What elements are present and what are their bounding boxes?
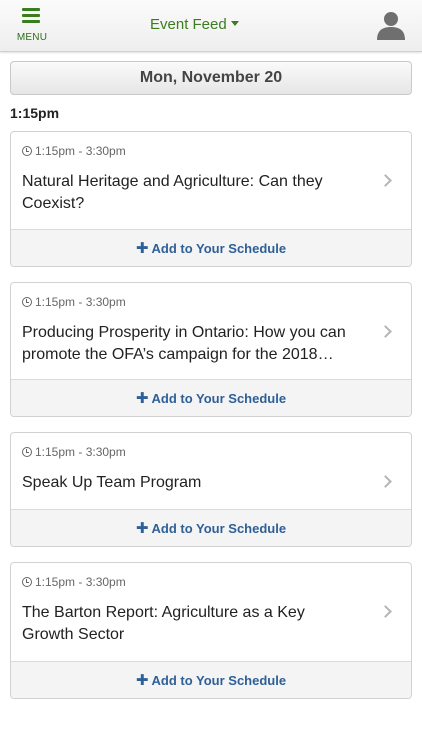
add-to-schedule-button[interactable]: ✚ Add to Your Schedule: [11, 229, 411, 266]
chevron-right-icon: [381, 605, 391, 619]
chevron-right-icon: [381, 174, 391, 188]
clock-icon: [22, 297, 32, 307]
user-profile-button[interactable]: [376, 10, 406, 40]
event-time: 1:15pm - 3:30pm: [22, 445, 126, 459]
menu-button[interactable]: MENU: [10, 6, 54, 46]
date-header: Mon, November 20: [10, 61, 412, 95]
event-card[interactable]: 1:15pm - 3:30pm The Barton Report: Agric…: [10, 562, 412, 699]
top-bar: MENU Event Feed: [0, 0, 422, 52]
hamburger-icon: [22, 8, 40, 24]
event-card[interactable]: 1:15pm - 3:30pm Producing Prosperity in …: [10, 282, 412, 417]
plus-icon: ✚: [135, 520, 149, 537]
event-title: Producing Prosperity in Ontario: How you…: [22, 324, 346, 363]
plus-icon: ✚: [135, 390, 149, 407]
event-card-body[interactable]: 1:15pm - 3:30pm Speak Up Team Program: [11, 433, 411, 509]
add-to-schedule-button[interactable]: ✚ Add to Your Schedule: [11, 379, 411, 416]
event-title: The Barton Report: Agriculture as a Key …: [22, 604, 305, 643]
event-time: 1:15pm - 3:30pm: [22, 575, 126, 589]
user-icon: [377, 12, 405, 40]
chevron-right-icon: [381, 325, 391, 339]
event-title: Speak Up Team Program: [22, 474, 202, 491]
clock-icon: [22, 577, 32, 587]
plus-icon: ✚: [135, 240, 149, 257]
event-card-body[interactable]: 1:15pm - 3:30pm Natural Heritage and Agr…: [11, 132, 411, 229]
time-group-heading: 1:15pm: [10, 105, 60, 121]
plus-icon: ✚: [135, 672, 149, 689]
menu-label: MENU: [16, 32, 48, 43]
event-title: Natural Heritage and Agriculture: Can th…: [22, 173, 323, 212]
event-card-body[interactable]: 1:15pm - 3:30pm The Barton Report: Agric…: [11, 563, 411, 661]
event-card[interactable]: 1:15pm - 3:30pm Speak Up Team Program ✚ A…: [10, 432, 412, 547]
event-card-body[interactable]: 1:15pm - 3:30pm Producing Prosperity in …: [11, 283, 411, 379]
event-feed-title: Event Feed: [150, 16, 227, 33]
clock-icon: [22, 146, 32, 156]
caret-down-icon: [230, 21, 239, 26]
clock-icon: [22, 447, 32, 457]
event-feed-dropdown[interactable]: Event Feed: [150, 16, 239, 38]
add-to-schedule-button[interactable]: ✚ Add to Your Schedule: [11, 661, 411, 698]
add-to-schedule-button[interactable]: ✚ Add to Your Schedule: [11, 509, 411, 546]
event-card[interactable]: 1:15pm - 3:30pm Natural Heritage and Agr…: [10, 131, 412, 267]
chevron-right-icon: [381, 475, 391, 489]
event-time: 1:15pm - 3:30pm: [22, 144, 126, 158]
event-time: 1:15pm - 3:30pm: [22, 295, 126, 309]
